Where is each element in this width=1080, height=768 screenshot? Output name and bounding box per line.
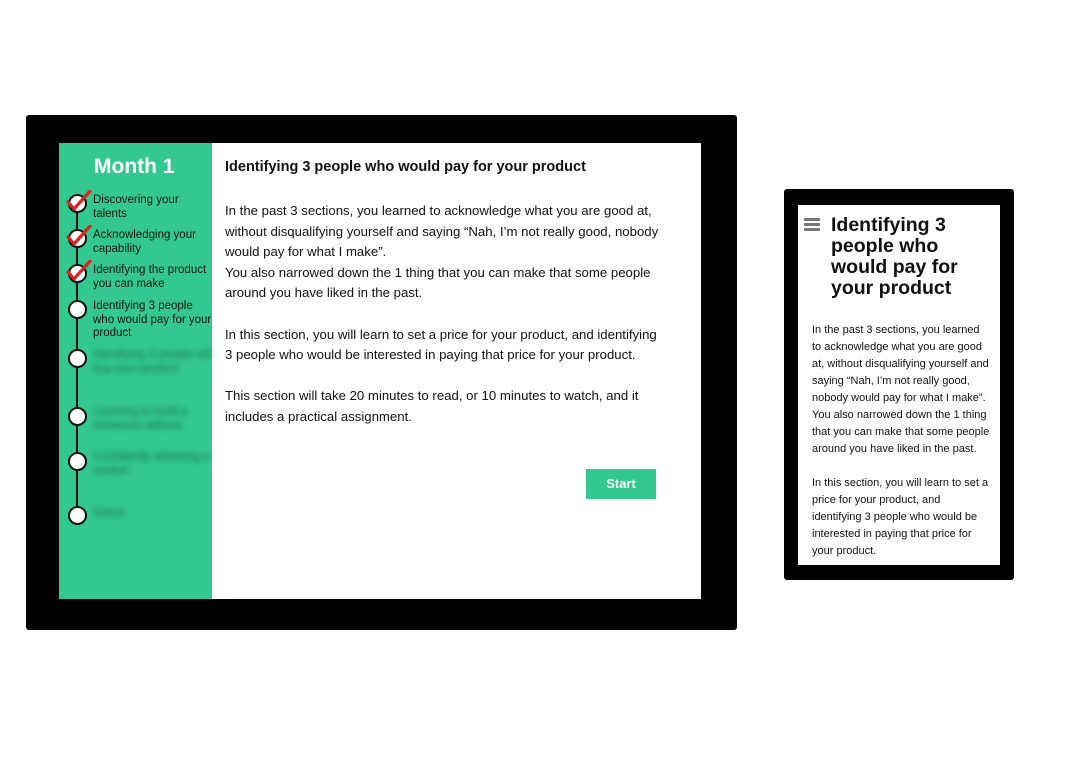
step-label-locked: Select: [93, 507, 125, 519]
step-circle-current: [68, 300, 87, 319]
step-circle-locked: [68, 349, 87, 368]
step-circle-locked: [68, 407, 87, 426]
checkmark-icon: [66, 225, 92, 246]
lesson-title-mobile: Identifying 3 people who would pay for y…: [831, 214, 958, 299]
tablet-mockup: Month 1 Discovering your talents Acknowl…: [26, 115, 737, 630]
lesson-paragraph: You also narrowed down the 1 thing that …: [225, 264, 651, 301]
checkmark-icon: [66, 190, 92, 211]
phone-screen: Identifying 3 people who would pay for y…: [798, 205, 1000, 565]
lesson-paragraph: This section will take 20 minutes to rea…: [225, 388, 639, 424]
step-label-locked: Identifying 3 people will buy your produ…: [93, 349, 212, 375]
step-label-locked: Confidently attacking a market: [93, 451, 210, 477]
lesson-paragraph-mobile: In this section, you will learn to set a…: [812, 477, 989, 557]
checkmark-icon: [66, 260, 92, 281]
lesson-paragraph: In this section, you will learn to set a…: [225, 326, 657, 363]
course-sidebar: Month 1 Discovering your talents Acknowl…: [59, 143, 212, 599]
tablet-screen: Month 1 Discovering your talents Acknowl…: [59, 143, 701, 599]
step-label-locked: Learning to build a showman without: [93, 406, 188, 432]
start-button[interactable]: Start: [586, 469, 656, 499]
lesson-body: In the past 3 sections, you learned to a…: [225, 201, 665, 448]
step-label-acknowledging-capability[interactable]: Acknowledging your capability: [93, 229, 213, 256]
step-circle-locked: [68, 506, 87, 525]
lesson-body-mobile: In the past 3 sections, you learned to a…: [812, 322, 990, 565]
step-circle-locked: [68, 452, 87, 471]
step-label-identifying-product[interactable]: Identifying the product you can make: [93, 264, 213, 291]
month-title: Month 1: [94, 155, 175, 178]
phone-mockup: Identifying 3 people who would pay for y…: [784, 189, 1014, 580]
lesson-paragraph-mobile: You also narrowed down the 1 thing that …: [812, 409, 990, 455]
step-label-discovering-talents[interactable]: Discovering your talents: [93, 194, 213, 221]
lesson-paragraph: In the past 3 sections, you learned to a…: [225, 203, 659, 260]
lesson-content: Identifying 3 people who would pay for y…: [212, 143, 701, 599]
lesson-title: Identifying 3 people who would pay for y…: [225, 159, 586, 175]
step-label-identifying-3-people[interactable]: Identifying 3 people who would pay for y…: [93, 300, 213, 341]
lesson-paragraph-mobile: In the past 3 sections, you learned to a…: [812, 324, 989, 404]
hamburger-menu-icon[interactable]: [804, 218, 820, 232]
